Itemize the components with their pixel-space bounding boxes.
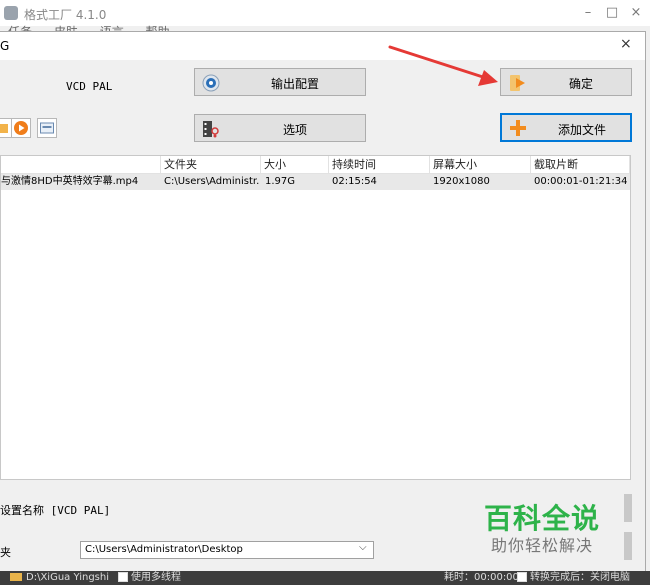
options-button[interactable]: 选项 bbox=[194, 114, 366, 142]
cell-duration: 02:15:54 bbox=[332, 176, 377, 187]
file-list-table[interactable]: 文件夹 大小 持续时间 屏幕大小 截取片断 与激情8HD中英特效字幕.mp4 C… bbox=[0, 155, 631, 480]
cell-folder: C:\Users\Administr... bbox=[164, 176, 259, 187]
output-folder-value: C:\Users\Administrator\Desktop bbox=[85, 544, 243, 555]
column-header-clip[interactable]: 截取片断 bbox=[531, 156, 630, 173]
cell-size: 1.97G bbox=[265, 176, 296, 187]
output-config-button[interactable]: 输出配置 bbox=[194, 68, 366, 96]
main-window-titlebar: 格式工厂 4.1.0 – □ × bbox=[0, 0, 650, 26]
status-bar: D:\XiGua Yingshi 使用多线程 耗时：00:00:00 转换完成后… bbox=[0, 571, 650, 585]
play-button[interactable] bbox=[11, 118, 31, 138]
media-info-button[interactable] bbox=[37, 118, 57, 138]
elapsed-time: 耗时：00:00:00 bbox=[444, 572, 519, 583]
folder-status-icon bbox=[10, 571, 22, 585]
output-folder-label: 夹 bbox=[0, 546, 11, 559]
app-title: 格式工厂 4.1.0 bbox=[24, 8, 107, 22]
cell-clip: 00:00:01-01:21:34 bbox=[534, 176, 628, 187]
watermark-subtitle: 助你轻松解决 bbox=[491, 536, 594, 555]
add-file-label: 添加文件 bbox=[558, 123, 607, 137]
multithread-label: 使用多线程 bbox=[131, 572, 181, 583]
status-path: D:\XiGua Yingshi bbox=[26, 572, 110, 583]
plus-icon bbox=[510, 120, 526, 136]
ok-button[interactable]: 确定 bbox=[500, 68, 632, 96]
maximize-button[interactable]: □ bbox=[602, 4, 622, 22]
minimize-button[interactable]: – bbox=[578, 4, 598, 22]
preset-name-label: 设置名称 [VCD PAL] bbox=[0, 504, 111, 517]
app-icon bbox=[4, 6, 18, 20]
close-window-button[interactable]: × bbox=[626, 4, 646, 22]
folder-icon bbox=[0, 124, 8, 133]
gear-icon bbox=[202, 74, 220, 92]
watermark-title: 百科全说 bbox=[484, 502, 601, 535]
scroll-handle-lower[interactable] bbox=[624, 532, 632, 560]
arrow-right-icon bbox=[510, 75, 525, 91]
film-scissors-icon bbox=[203, 121, 219, 138]
conversion-dialog: G × VCD PAL 输出配置 确定 选项 添加文件 文件夹 大小 持续时间 … bbox=[0, 31, 646, 573]
ok-label: 确定 bbox=[569, 77, 594, 91]
checkbox-icon bbox=[118, 572, 128, 582]
column-header-screen-size[interactable]: 屏幕大小 bbox=[430, 156, 531, 173]
dialog-close-button[interactable]: × bbox=[620, 36, 632, 52]
dialog-header: G × bbox=[0, 32, 645, 60]
output-preset-label: VCD PAL bbox=[66, 80, 113, 93]
column-header-folder[interactable]: 文件夹 bbox=[161, 156, 261, 173]
cell-file-name: 与激情8HD中英特效字幕.mp4 bbox=[1, 176, 139, 187]
after-convert-label: 转换完成后：关闭电脑 bbox=[530, 572, 630, 583]
checkbox-icon bbox=[517, 572, 527, 582]
multithread-checkbox[interactable]: 使用多线程 bbox=[118, 571, 181, 585]
output-config-label: 输出配置 bbox=[271, 77, 320, 91]
window-icon bbox=[40, 122, 54, 134]
column-header-size[interactable]: 大小 bbox=[261, 156, 329, 173]
column-header-duration[interactable]: 持续时间 bbox=[329, 156, 430, 173]
options-label: 选项 bbox=[283, 123, 308, 137]
play-icon bbox=[14, 121, 28, 135]
scroll-handle-upper[interactable] bbox=[624, 494, 632, 522]
column-header-name[interactable] bbox=[1, 156, 161, 173]
after-convert-checkbox[interactable]: 转换完成后：关闭电脑 bbox=[517, 571, 630, 585]
dialog-title: G bbox=[0, 39, 10, 53]
output-folder-select[interactable]: C:\Users\Administrator\Desktop ⌵ bbox=[80, 541, 374, 559]
add-file-button[interactable]: 添加文件 bbox=[500, 113, 632, 142]
cell-screen-size: 1920x1080 bbox=[433, 176, 490, 187]
table-row[interactable]: 与激情8HD中英特效字幕.mp4 C:\Users\Administr... 1… bbox=[1, 174, 630, 190]
chevron-down-icon: ⌵ bbox=[359, 542, 367, 553]
